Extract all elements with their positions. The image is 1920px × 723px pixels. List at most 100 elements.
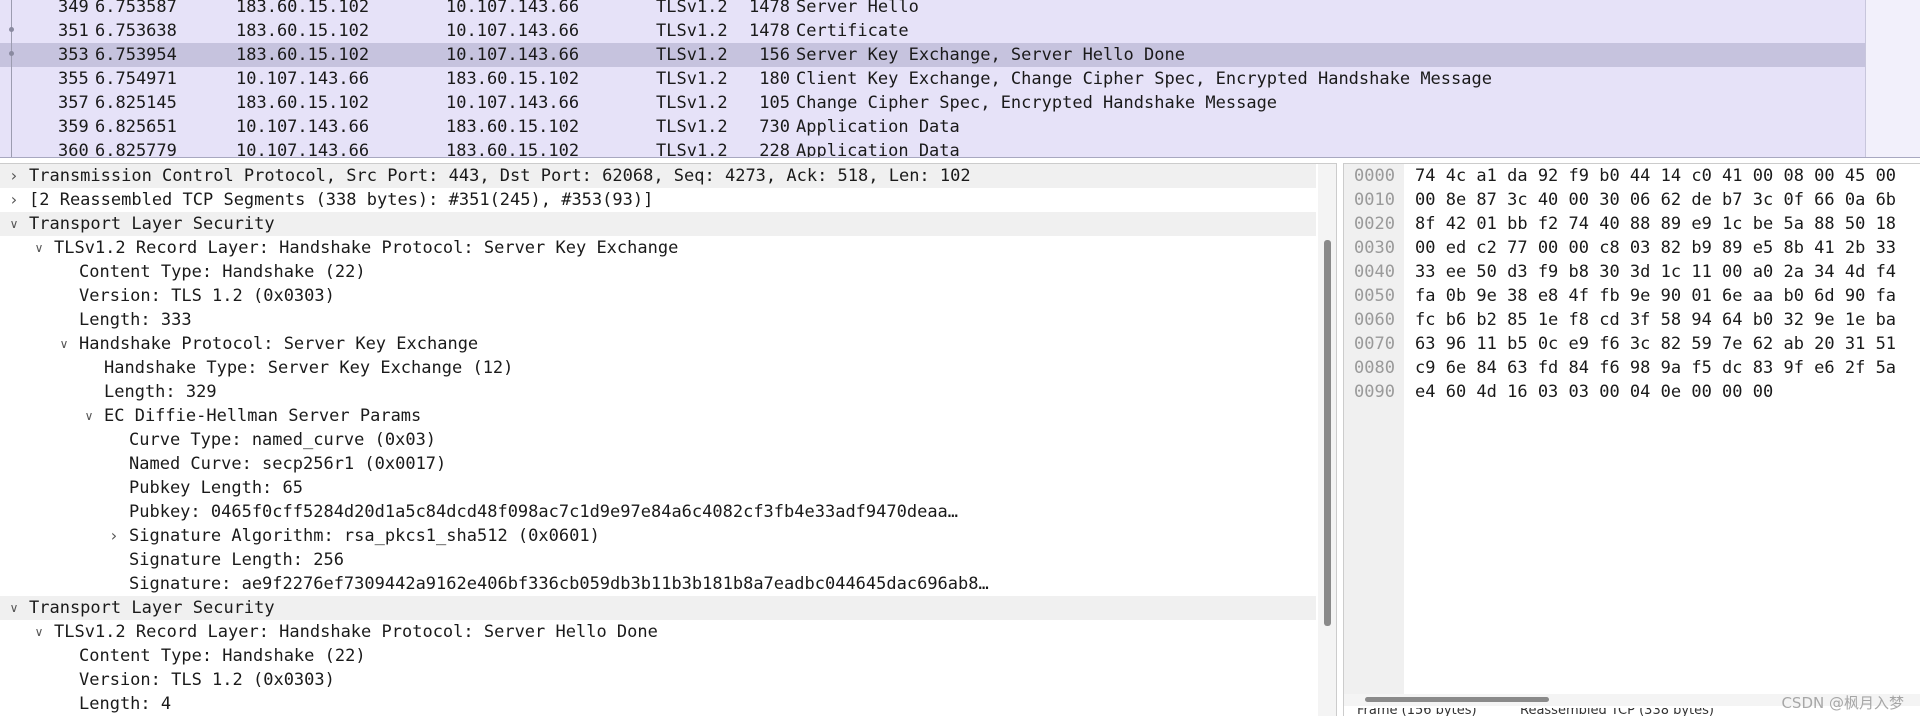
tree-item-label: Content Type: Handshake (22) (79, 646, 366, 666)
hex-offset: 0040 (1354, 262, 1395, 282)
hex-offset: 0000 (1354, 166, 1395, 186)
packet-length: 228 (759, 141, 790, 158)
details-scroll-thumb[interactable] (1324, 240, 1331, 626)
tree-item-label: Content Type: Handshake (22) (79, 262, 366, 282)
packet-length: 156 (759, 45, 790, 65)
hex-row: 0090 e4 60 4d 16 03 03 00 04 0e 00 00 00 (1344, 380, 1920, 404)
tree-item[interactable]: Pubkey: 0465f0cff5284d20d1a5c84dcd48f098… (0, 500, 1316, 524)
packet-row[interactable]: 360 6.825779 10.107.143.66 183.60.15.102 TLS… (0, 139, 1866, 158)
hex-bytes[interactable]: 74 4c a1 da 92 f9 b0 44 14 c0 41 00 08 0… (1415, 164, 1896, 188)
chevron-right-icon[interactable]: › (106, 524, 122, 548)
tree-item[interactable]: Length: 333 (0, 308, 1316, 332)
tree-item[interactable]: ∨ EC Diffie-Hellman Server Params (0, 404, 1316, 428)
details-vertical-scrollbar[interactable] (1318, 164, 1336, 716)
tree-item[interactable]: › Transmission Control Protocol, Src Port… (0, 164, 1316, 188)
packet-protocol: TLSv1.2 (656, 93, 728, 113)
tree-item-label: [2 Reassembled TCP Segments (338 bytes):… (29, 190, 654, 210)
tree-item-label: EC Diffie-Hellman Server Params (104, 406, 422, 426)
tree-item[interactable]: Signature Length: 256 (0, 548, 1316, 572)
chevron-down-icon[interactable]: ∨ (6, 212, 22, 236)
related-packet-dot-icon (9, 51, 14, 56)
packet-bytes-pane[interactable]: 0000 74 4c a1 da 92 f9 b0 44 14 c0 41 00 … (1343, 163, 1920, 716)
tree-item-label: Signature Algorithm: rsa_pkcs1_sha512 (0… (129, 526, 600, 546)
hex-bytes[interactable]: 8f 42 01 bb f2 74 40 88 89 e9 1c be 5a 8… (1415, 212, 1896, 236)
packet-details-tree: › Transmission Control Protocol, Src Port… (0, 164, 1316, 716)
packet-source: 10.107.143.66 (236, 141, 370, 158)
hex-bytes[interactable]: fa 0b 9e 38 e8 4f fb 9e 90 01 6e aa b0 6… (1415, 284, 1896, 308)
tree-item[interactable]: Version: TLS 1.2 (0x0303) (0, 668, 1316, 692)
tab-reassembled-tcp[interactable]: Reassembled TCP (338 bytes) (1520, 708, 1714, 716)
packet-number: 357 (58, 93, 89, 113)
hex-bytes[interactable]: 33 ee 50 d3 f9 b8 30 3d 1c 11 00 a0 2a 3… (1415, 260, 1896, 284)
tree-item[interactable]: ∨ Transport Layer Security (0, 212, 1316, 236)
hex-scroll-thumb[interactable] (1365, 697, 1549, 702)
packet-number: 360 (58, 141, 89, 158)
packet-protocol: TLSv1.2 (656, 21, 728, 41)
chevron-down-icon[interactable]: ∨ (31, 236, 47, 260)
tree-item[interactable]: Named Curve: secp256r1 (0x0017) (0, 452, 1316, 476)
hex-row: 0040 33 ee 50 d3 f9 b8 30 3d 1c 11 00 a0 … (1344, 260, 1920, 284)
tree-item-label: Version: TLS 1.2 (0x0303) (79, 286, 335, 306)
tree-item-label: Transmission Control Protocol, Src Port:… (29, 166, 971, 186)
tree-item[interactable]: ∨ Transport Layer Security (0, 596, 1316, 620)
tree-item-label: Version: TLS 1.2 (0x0303) (79, 670, 335, 690)
tree-item[interactable]: ∨ TLSv1.2 Record Layer: Handshake Protoco… (0, 236, 1316, 260)
hex-row: 0060 fc b6 b2 85 1e f8 cd 3f 58 94 64 b0 … (1344, 308, 1920, 332)
chevron-right-icon[interactable]: › (6, 188, 22, 212)
packet-row[interactable]: 355 6.754971 10.107.143.66 183.60.15.102 TLS… (0, 67, 1866, 91)
packet-time: 6.753954 (95, 45, 177, 65)
tree-item[interactable]: ∨ TLSv1.2 Record Layer: Handshake Protoco… (0, 620, 1316, 644)
hex-bytes[interactable]: c9 6e 84 63 fd 84 f6 98 9a f5 dc 83 9f e… (1415, 356, 1896, 380)
packet-list-scrollbar[interactable] (1865, 0, 1920, 157)
tree-item[interactable]: Content Type: Handshake (22) (0, 260, 1316, 284)
hex-bytes[interactable]: fc b6 b2 85 1e f8 cd 3f 58 94 64 b0 32 9… (1415, 308, 1896, 332)
tree-item-label: Transport Layer Security (29, 214, 275, 234)
hex-bytes[interactable]: e4 60 4d 16 03 03 00 04 0e 00 00 00 (1415, 380, 1773, 404)
packet-time: 6.825779 (95, 141, 177, 158)
packet-row-selected[interactable]: 353 6.753954 183.60.15.102 10.107.143.66 TLS… (0, 43, 1866, 67)
hex-bytes[interactable]: 00 ed c2 77 00 00 c8 03 82 b9 89 e5 8b 4… (1415, 236, 1896, 260)
tree-item[interactable]: Handshake Type: Server Key Exchange (12) (0, 356, 1316, 380)
packet-source: 10.107.143.66 (236, 69, 370, 89)
hex-row: 0030 00 ed c2 77 00 00 c8 03 82 b9 89 e5 … (1344, 236, 1920, 260)
watermark: CSDN @枫月入梦 (1781, 694, 1904, 712)
chevron-right-icon[interactable]: › (6, 164, 22, 188)
tree-item[interactable]: Length: 329 (0, 380, 1316, 404)
tree-item-label: Length: 333 (79, 310, 192, 330)
tree-item[interactable]: Pubkey Length: 65 (0, 476, 1316, 500)
hex-bytes[interactable]: 63 96 11 b5 0c e9 f6 3c 82 59 7e 62 ab 2… (1415, 332, 1896, 356)
hex-offset: 0020 (1354, 214, 1395, 234)
hex-offset: 0060 (1354, 310, 1395, 330)
packet-length: 105 (759, 93, 790, 113)
tree-item[interactable]: Content Type: Handshake (22) (0, 644, 1316, 668)
hex-offset: 0030 (1354, 238, 1395, 258)
chevron-down-icon[interactable]: ∨ (56, 332, 72, 356)
tree-item-label: Pubkey: 0465f0cff5284d20d1a5c84dcd48f098… (129, 502, 959, 522)
packet-list-rows: 349 6.753587 183.60.15.102 10.107.143.66 TLS… (0, 0, 1866, 158)
packet-info: Certificate (796, 21, 909, 41)
tree-item[interactable]: Curve Type: named_curve (0x03) (0, 428, 1316, 452)
packet-row[interactable]: 351 6.753638 183.60.15.102 10.107.143.66 TLS… (0, 19, 1866, 43)
packet-info: Change Cipher Spec, Encrypted Handshake … (796, 93, 1278, 113)
hex-bytes[interactable]: 00 8e 87 3c 40 00 30 06 62 de b7 3c 0f 6… (1415, 188, 1896, 212)
packet-row[interactable]: 357 6.825145 183.60.15.102 10.107.143.66 TLS… (0, 91, 1866, 115)
tree-item[interactable]: Signature: ae9f2276ef7309442a9162e406bf3… (0, 572, 1316, 596)
packet-row[interactable]: 349 6.753587 183.60.15.102 10.107.143.66 TLS… (0, 0, 1866, 19)
packet-number: 353 (58, 45, 89, 65)
tree-item[interactable]: Version: TLS 1.2 (0x0303) (0, 284, 1316, 308)
hex-row: 0010 00 8e 87 3c 40 00 30 06 62 de b7 3c … (1344, 188, 1920, 212)
tree-item[interactable]: ∨ Handshake Protocol: Server Key Exchange (0, 332, 1316, 356)
packet-destination: 10.107.143.66 (446, 21, 580, 41)
packet-details-pane[interactable]: › Transmission Control Protocol, Src Port… (0, 163, 1337, 716)
packet-number: 355 (58, 69, 89, 89)
packet-row[interactable]: 359 6.825651 10.107.143.66 183.60.15.102 TLS… (0, 115, 1866, 139)
chevron-down-icon[interactable]: ∨ (81, 404, 97, 428)
tab-frame-bytes[interactable]: Frame (156 bytes) (1357, 708, 1477, 716)
packet-number: 359 (58, 117, 89, 137)
tree-item[interactable]: › Signature Algorithm: rsa_pkcs1_sha512 (… (0, 524, 1316, 548)
chevron-down-icon[interactable]: ∨ (6, 596, 22, 620)
packet-list-pane[interactable]: 349 6.753587 183.60.15.102 10.107.143.66 TLS… (0, 0, 1920, 158)
chevron-down-icon[interactable]: ∨ (31, 620, 47, 644)
tree-item[interactable]: Length: 4 (0, 692, 1316, 716)
tree-item[interactable]: › [2 Reassembled TCP Segments (338 bytes)… (0, 188, 1316, 212)
